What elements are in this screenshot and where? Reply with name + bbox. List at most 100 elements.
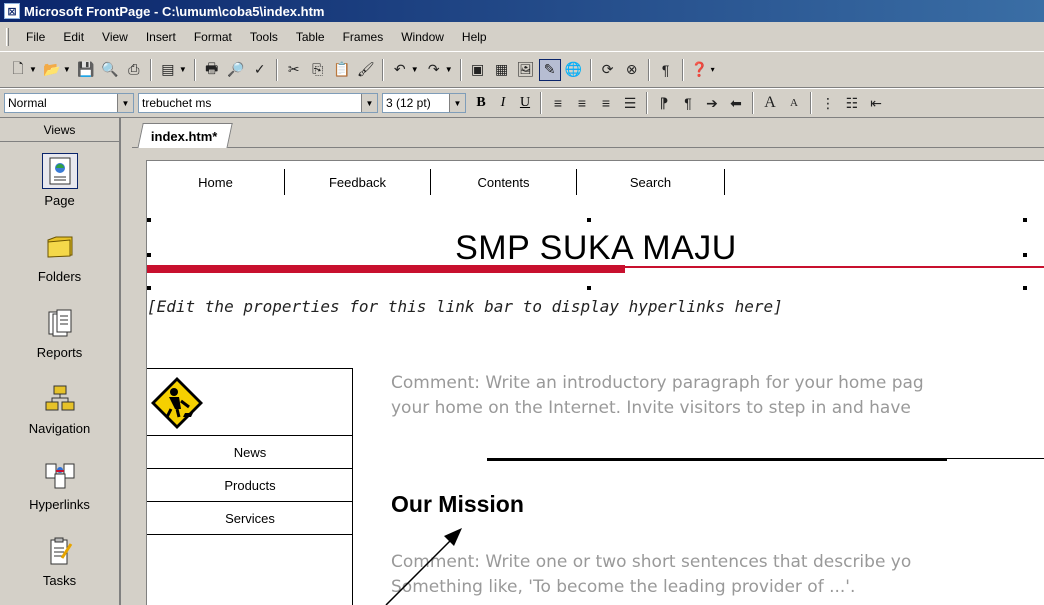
italic-button[interactable]: I — [492, 95, 514, 111]
menu-frames[interactable]: Frames — [334, 30, 393, 44]
ltr-icon[interactable]: ⁋ — [653, 92, 675, 114]
menu-file[interactable]: File — [17, 30, 54, 44]
preview-icon[interactable]: 🔎 — [225, 59, 247, 81]
arrow-right-icon[interactable]: ➔ — [701, 92, 723, 114]
toolbar-separator — [275, 58, 278, 81]
menu-insert[interactable]: Insert — [137, 30, 185, 44]
bulleted-list-icon[interactable]: ☷ — [841, 92, 863, 114]
banner-divider-thick — [147, 265, 625, 273]
chevron-down-icon[interactable]: ▼ — [63, 65, 71, 74]
menu-view[interactable]: View — [93, 30, 137, 44]
insert-picture-icon[interactable]: 🖼 — [515, 59, 537, 81]
bold-button[interactable]: B — [470, 95, 492, 111]
frontpage-app-icon[interactable]: ⊠ — [4, 3, 20, 19]
chevron-down-icon[interactable]: ▼ — [29, 65, 37, 74]
panel-splitter[interactable] — [121, 118, 132, 605]
menubar-grip[interactable] — [6, 27, 9, 46]
font-select[interactable]: trebuchet ms ▼ — [138, 93, 378, 113]
view-folders[interactable]: Folders — [0, 218, 119, 294]
arrow-left-icon[interactable]: ⬅ — [725, 92, 747, 114]
sidebar-item-products[interactable]: Products — [147, 468, 353, 501]
decrease-font-icon[interactable]: A — [783, 92, 805, 114]
tab-index-htm[interactable]: index.htm* — [137, 123, 234, 149]
page-banner-title[interactable]: SMP SUKA MAJU — [147, 229, 1044, 268]
menu-window[interactable]: Window — [392, 30, 453, 44]
save-icon[interactable]: 💾 — [75, 59, 97, 81]
sidebar-item-services[interactable]: Services — [147, 501, 353, 534]
selection-handle[interactable] — [587, 286, 591, 290]
view-hyperlinks[interactable]: Hyperlinks — [0, 446, 119, 522]
insert-table-icon[interactable]: ▦ — [491, 59, 513, 81]
intro-comment-line-1[interactable]: Comment: Write an introductory paragraph… — [391, 371, 924, 395]
toggle-pane-icon[interactable]: ▤ — [157, 59, 179, 81]
chevron-down-icon[interactable]: ▼ — [445, 65, 453, 74]
style-select[interactable]: Normal ▼ — [4, 93, 134, 113]
align-center-icon[interactable]: ≡ — [571, 92, 593, 114]
cut-icon[interactable]: ✂ — [283, 59, 305, 81]
chevron-down-icon[interactable]: ▾ — [711, 65, 715, 74]
nav-link-home[interactable]: Home — [147, 169, 285, 195]
mission-comment-line-1[interactable]: Comment: Write one or two short sentence… — [391, 550, 911, 574]
selection-handle[interactable] — [1023, 286, 1027, 290]
view-hyperlinks-label: Hyperlinks — [29, 496, 90, 512]
chevron-down-icon[interactable]: ▼ — [361, 94, 377, 112]
nav-link-feedback[interactable]: Feedback — [285, 169, 431, 195]
hyperlink-icon[interactable]: 🌐 — [563, 59, 585, 81]
publish-icon[interactable]: ⎙ — [123, 59, 145, 81]
rtl-icon[interactable]: ¶ — [677, 92, 699, 114]
menu-tools[interactable]: Tools — [241, 30, 287, 44]
align-left-icon[interactable]: ≡ — [547, 92, 569, 114]
chevron-down-icon[interactable]: ▼ — [411, 65, 419, 74]
redo-icon[interactable]: ↷ — [423, 59, 445, 81]
view-tasks[interactable]: Tasks — [0, 522, 119, 598]
toolbar-separator — [810, 92, 812, 114]
new-page-icon[interactable]: 🗋 — [7, 59, 29, 81]
justify-icon[interactable]: ☰ — [619, 92, 641, 114]
undo-icon[interactable]: ↶ — [389, 59, 411, 81]
menu-edit[interactable]: Edit — [54, 30, 93, 44]
menu-help[interactable]: Help — [453, 30, 496, 44]
increase-font-icon[interactable]: A — [759, 92, 781, 114]
page-canvas[interactable]: Home Feedback Contents Search SMP SUKA M… — [146, 160, 1044, 605]
drawing-icon[interactable]: ✎ — [538, 58, 561, 81]
stop-icon[interactable]: ⊗ — [621, 59, 643, 81]
menu-table[interactable]: Table — [287, 30, 334, 44]
help-icon[interactable]: ❓ — [689, 59, 711, 81]
format-painter-icon[interactable]: 🖌 — [355, 59, 377, 81]
link-bar-placeholder[interactable]: [Edit the properties for this link bar t… — [147, 297, 783, 316]
nav-link-search[interactable]: Search — [577, 169, 725, 195]
selection-handle[interactable] — [147, 218, 151, 222]
spelling-icon[interactable]: ✓ — [249, 59, 271, 81]
web-component-icon[interactable]: ▣ — [467, 59, 489, 81]
view-navigation[interactable]: Navigation — [0, 370, 119, 446]
copy-icon[interactable]: ⎘ — [307, 59, 329, 81]
search-icon[interactable]: 🔍 — [99, 59, 121, 81]
chevron-down-icon[interactable]: ▼ — [449, 94, 465, 112]
show-all-icon[interactable]: ¶ — [655, 59, 677, 81]
sidebar-item-news[interactable]: News — [147, 435, 353, 468]
nav-link-contents[interactable]: Contents — [431, 169, 577, 195]
selection-handle[interactable] — [587, 218, 591, 222]
underline-button[interactable]: U — [514, 95, 536, 111]
menu-format[interactable]: Format — [185, 30, 241, 44]
print-icon[interactable]: 🖶 — [201, 59, 223, 81]
selection-handle[interactable] — [1023, 218, 1027, 222]
mission-comment-line-2[interactable]: Something like, 'To become the leading p… — [391, 575, 855, 599]
align-right-icon[interactable]: ≡ — [595, 92, 617, 114]
chevron-down-icon[interactable]: ▼ — [117, 94, 133, 112]
toolbar-separator — [149, 58, 152, 81]
paste-icon[interactable]: 📋 — [331, 59, 353, 81]
refresh-icon[interactable]: ⟳ — [597, 59, 619, 81]
open-icon[interactable]: 📂 — [41, 59, 63, 81]
horizontal-rule — [487, 458, 947, 461]
toolbar-separator — [752, 92, 754, 114]
font-size-select[interactable]: 3 (12 pt) ▼ — [382, 93, 466, 113]
chevron-down-icon[interactable]: ▼ — [179, 65, 187, 74]
selection-handle[interactable] — [147, 286, 151, 290]
intro-comment-line-2[interactable]: your home on the Internet. Invite visito… — [391, 396, 911, 420]
view-page[interactable]: Page — [0, 142, 119, 218]
section-heading-our-mission[interactable]: Our Mission — [391, 491, 524, 518]
decrease-indent-icon[interactable]: ⇤ — [865, 92, 887, 114]
view-reports[interactable]: Reports — [0, 294, 119, 370]
numbered-list-icon[interactable]: ⋮ — [817, 92, 839, 114]
